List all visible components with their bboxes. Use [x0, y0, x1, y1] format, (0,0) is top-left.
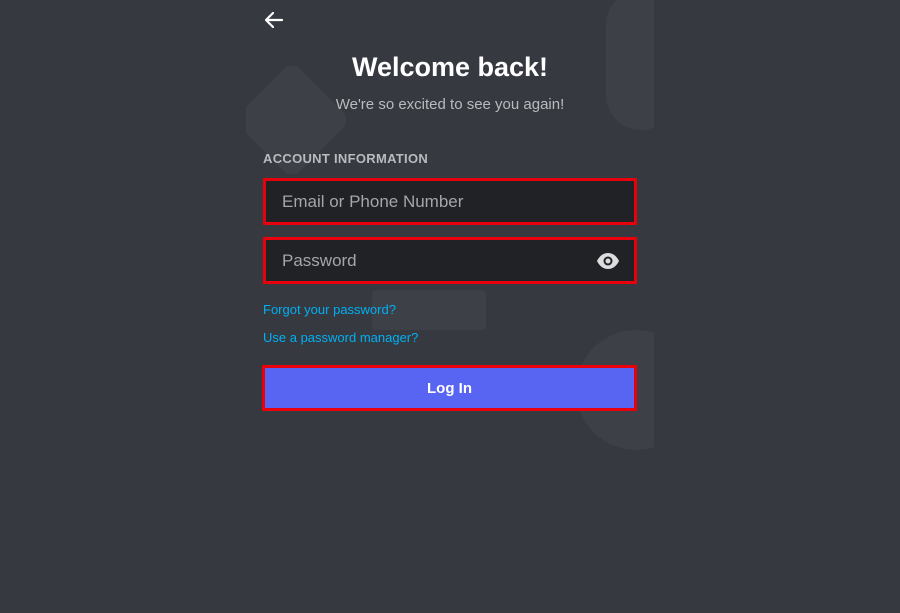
login-screen: Welcome back! We're so excited to see yo…: [0, 0, 900, 613]
password-input[interactable]: [282, 250, 582, 271]
login-button[interactable]: Log In: [262, 365, 637, 411]
arrow-left-icon[interactable]: [262, 8, 286, 32]
page-title: Welcome back!: [351, 52, 549, 82]
forgot-password-link[interactable]: Forgot your password?: [263, 302, 396, 317]
password-manager-link[interactable]: Use a password manager?: [263, 330, 418, 345]
account-information-label: ACCOUNT INFORMATION: [263, 151, 429, 166]
email-field[interactable]: [263, 178, 637, 225]
password-field[interactable]: [263, 237, 637, 284]
page-subtitle: We're so excited to see you again!: [335, 96, 565, 113]
email-input[interactable]: [282, 191, 582, 212]
eye-icon[interactable]: [596, 252, 620, 270]
